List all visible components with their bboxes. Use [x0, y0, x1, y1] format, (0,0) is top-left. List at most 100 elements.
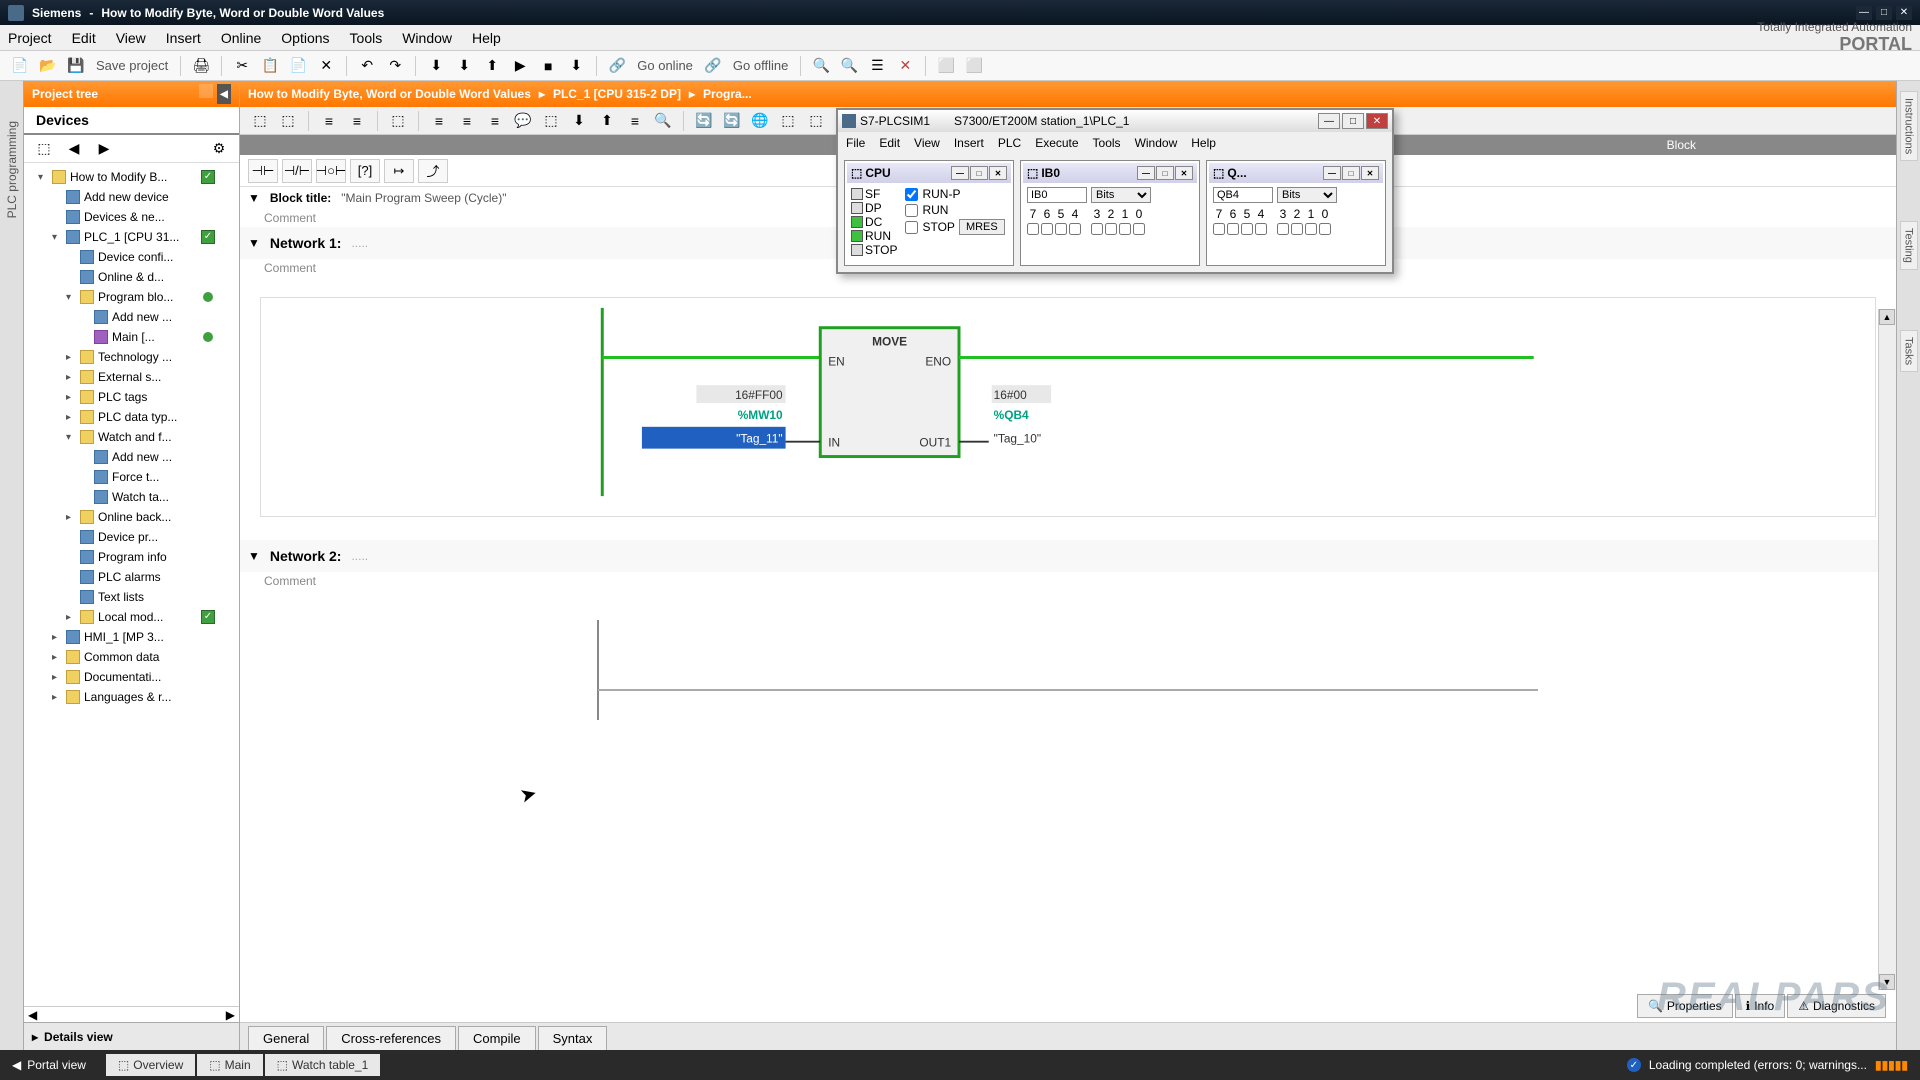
plcsim-menu-tools[interactable]: Tools [1093, 136, 1121, 150]
tree-item[interactable]: PLC alarms [24, 567, 239, 587]
menu-project[interactable]: Project [8, 30, 52, 46]
go-online-icon[interactable]: 🔗 [605, 54, 629, 78]
et-btn4[interactable]: ≡ [345, 109, 369, 133]
tree-item[interactable]: ▸PLC data typ... [24, 407, 239, 427]
menu-help[interactable]: Help [472, 30, 501, 46]
tree-item[interactable]: Text lists [24, 587, 239, 607]
tree-toggle[interactable]: ▾ [66, 432, 76, 443]
tree-toggle[interactable]: ▸ [66, 512, 76, 523]
ib0-bit-0[interactable] [1133, 223, 1145, 235]
undo-button[interactable]: ↶ [355, 54, 379, 78]
close-editor-button[interactable]: ✕ [893, 54, 917, 78]
tree-toggle[interactable]: ▸ [66, 392, 76, 403]
portal-view-button[interactable]: ◀Portal view [12, 1058, 86, 1072]
mres-button[interactable]: MRES [959, 219, 1005, 235]
general-tab[interactable]: General [248, 1026, 324, 1050]
run-checkbox[interactable] [905, 204, 918, 217]
runp-checkbox[interactable] [905, 188, 918, 201]
et-btn6[interactable]: ≡ [427, 109, 451, 133]
menu-window[interactable]: Window [402, 30, 452, 46]
qb4-bit-6[interactable] [1227, 223, 1239, 235]
plcsim-menu-plc[interactable]: PLC [998, 136, 1021, 150]
tasks-tab[interactable]: Tasks [1900, 330, 1918, 372]
stop-checkbox[interactable] [905, 221, 918, 234]
stop-button[interactable]: ■ [536, 54, 560, 78]
plcsim-window[interactable]: S7-PLCSIM1 S7300/ET200M station_1\PLC_1 … [836, 108, 1394, 274]
delete-button[interactable]: ✕ [314, 54, 338, 78]
network2-body[interactable] [240, 590, 1896, 753]
redo-button[interactable]: ↷ [383, 54, 407, 78]
et-btn5[interactable]: ⬚ [386, 109, 410, 133]
tree-back-button[interactable]: ◀ [62, 137, 86, 161]
plcsim-menu-window[interactable]: Window [1135, 136, 1178, 150]
collapse-tree-button[interactable]: ◀ [217, 84, 231, 104]
tree-item[interactable]: Add new ... [24, 307, 239, 327]
print-button[interactable]: 🖨 [189, 54, 213, 78]
box-button[interactable]: [?] [350, 159, 380, 183]
status-tab-main[interactable]: ⬚Main [197, 1054, 262, 1076]
qb4-bit-2[interactable] [1291, 223, 1303, 235]
tree-toggle[interactable]: ▸ [66, 612, 76, 623]
copy-button[interactable]: 📋 [258, 54, 282, 78]
plcsim-close[interactable]: ✕ [1366, 113, 1388, 129]
go-offline-icon[interactable]: 🔗 [701, 54, 725, 78]
editor-v-scrollbar[interactable]: ▲ ▼ [1878, 309, 1896, 990]
ib0-addr-input[interactable] [1027, 187, 1087, 203]
tree-toggle[interactable]: ▾ [52, 232, 62, 243]
qb4-format-select[interactable]: Bits [1277, 187, 1337, 203]
testing-tab[interactable]: Testing [1900, 221, 1918, 270]
split-button[interactable]: ⬜ [934, 54, 958, 78]
cpu-max[interactable]: □ [970, 166, 988, 180]
ib0-min[interactable]: — [1137, 166, 1155, 180]
close-button[interactable]: ✕ [1896, 6, 1912, 20]
tree-item[interactable]: ▸HMI_1 [MP 3... [24, 627, 239, 647]
tree-h-scroll[interactable]: ◀▶ [24, 1006, 239, 1022]
open-project-button[interactable]: 📂 [36, 54, 60, 78]
tree-item[interactable]: ▾How to Modify B...✓ [24, 167, 239, 187]
et-btn19[interactable]: ⬚ [804, 109, 828, 133]
devices-tab[interactable]: Devices [24, 107, 239, 135]
qb4-bit-0[interactable] [1319, 223, 1331, 235]
accessible-button[interactable]: 🔍 [809, 54, 833, 78]
tree-item[interactable]: ▸Online back... [24, 507, 239, 527]
tree-item[interactable]: ▸Technology ... [24, 347, 239, 367]
et-btn1[interactable]: ⬚ [248, 109, 272, 133]
menu-insert[interactable]: Insert [166, 30, 201, 46]
compile-button[interactable]: ⬇ [424, 54, 448, 78]
tree-toggle[interactable]: ▾ [66, 292, 76, 303]
syntax-tab[interactable]: Syntax [538, 1026, 608, 1050]
plcsim-menu-help[interactable]: Help [1191, 136, 1216, 150]
network2-comment[interactable]: Comment [240, 572, 1896, 590]
ib0-format-select[interactable]: Bits [1091, 187, 1151, 203]
tree-toggle[interactable]: ▸ [66, 352, 76, 363]
qb4-bit-7[interactable] [1213, 223, 1225, 235]
start-button[interactable]: ▶ [508, 54, 532, 78]
contact-no-button[interactable]: ⊣⊢ [248, 159, 278, 183]
et-btn16[interactable]: 🔄 [720, 109, 744, 133]
ladder-diagram[interactable]: MOVE EN ENO IN OUT1 16#FF00 %MW10 "Tag_1… [260, 297, 1876, 517]
tree-fwd-button[interactable]: ▶ [92, 137, 116, 161]
status-tab-watch-table_1[interactable]: ⬚Watch table_1 [265, 1054, 381, 1076]
ib0-bit-2[interactable] [1105, 223, 1117, 235]
block-collapse[interactable]: ▼ [248, 191, 260, 205]
pin-icon[interactable] [199, 84, 213, 98]
save-project-button[interactable]: Save project [92, 58, 172, 73]
et-btn17[interactable]: 🌐 [748, 109, 772, 133]
tree-toggle[interactable]: ▾ [38, 172, 48, 183]
tree-item[interactable]: ▸Local mod...✓ [24, 607, 239, 627]
menu-online[interactable]: Online [221, 30, 261, 46]
cpu-min[interactable]: — [951, 166, 969, 180]
go-offline-button[interactable]: Go offline [729, 58, 792, 73]
plcsim-menu-edit[interactable]: Edit [879, 136, 900, 150]
et-btn15[interactable]: 🔄 [692, 109, 716, 133]
minimize-button[interactable]: — [1856, 6, 1872, 20]
plcsim-menu-view[interactable]: View [914, 136, 940, 150]
download-button[interactable]: ⬇ [452, 54, 476, 78]
tree-item[interactable]: ▸External s... [24, 367, 239, 387]
instructions-tab[interactable]: Instructions [1900, 91, 1918, 161]
plcsim-menu-execute[interactable]: Execute [1035, 136, 1078, 150]
block-title-value[interactable]: "Main Program Sweep (Cycle)" [341, 191, 506, 205]
tree-item[interactable]: Add new ... [24, 447, 239, 467]
network2-collapse[interactable]: ▼ [248, 549, 260, 563]
plcsim-menu-file[interactable]: File [846, 136, 865, 150]
